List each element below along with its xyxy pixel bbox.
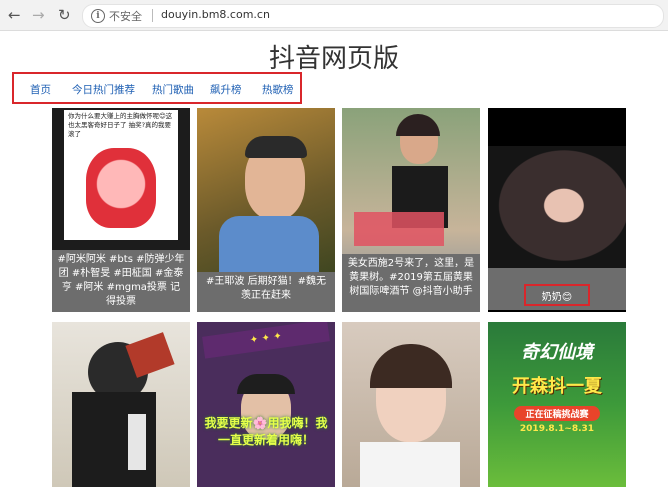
video-overlay-title: 开森抖一夏 [512,376,602,397]
video-overlay-date: 2019.8.1~8.31 [519,424,595,434]
nav-item-home[interactable]: 首页 [30,82,51,97]
forward-icon[interactable]: → [32,6,45,24]
nav-item-rising-chart[interactable]: 飙升榜 [210,82,242,97]
video-overlay-text: 你为什么要大赚上的主胸做怀呢😊这也太黑客奇好日子了 抽奖?真的我要滚了 [68,112,173,138]
back-icon[interactable]: ← [8,6,21,24]
video-card[interactable]: #王耶波 后期好猫！#魏无羡正在赶来 [197,108,335,312]
video-card[interactable]: 你为什么要大赚上的主胸做怀呢😊这也太黑客奇好日子了 抽奖?真的我要滚了 #阿米阿… [52,108,190,312]
info-icon[interactable]: i [91,9,105,23]
page-title: 抖音网页版 [268,44,399,74]
address-bar[interactable]: i 不安全 douyin.bm8.com.cn [82,4,664,28]
video-card[interactable] [52,322,190,487]
nav-bar: 首页 今日热门推荐 热门歌曲 飙升榜 热歌榜 [12,72,302,104]
video-caption: #阿米阿米 #bts #防弹少年团 #朴智旻 #田柾国 #金泰亨 #阿米 #mg… [52,250,190,312]
nav-item-hot-chart[interactable]: 热歌榜 [262,82,294,97]
video-card[interactable]: 奇幻仙境 开森抖一夏 正在征稿挑战赛 2019.8.1~8.31 [488,322,626,487]
url-text[interactable]: douyin.bm8.com.cn [161,8,270,21]
nav-item-hot-recommend[interactable]: 今日热门推荐 [72,82,135,97]
video-caption: #王耶波 后期好猫！#魏无羡正在赶来 [197,272,335,312]
browser-toolbar: ← → ↻ i 不安全 douyin.bm8.com.cn [0,0,668,31]
video-caption: 美女西施2号来了，这里，是黄果树。#2019第五届黄果树国际啤酒节 @抖音小助手 [342,254,480,312]
person-image [86,148,156,228]
security-label: 不安全 [109,10,142,23]
person-image [488,146,626,270]
video-caption: 奶奶😊 [541,292,573,303]
video-thumbnail: 你为什么要大赚上的主胸做怀呢😊这也太黑客奇好日子了 抽奖?真的我要滚了 [64,110,178,240]
video-card[interactable]: 奶奶😊 [488,108,626,312]
nav-item-hot-songs[interactable]: 热门歌曲 [152,82,194,97]
address-separator [152,9,153,22]
video-card[interactable] [342,322,480,487]
video-card[interactable]: 美女西施2号来了，这里，是黄果树。#2019第五届黄果树国际啤酒节 @抖音小助手 [342,108,480,312]
reload-icon[interactable]: ↻ [58,6,71,24]
video-overlay-text: 奇幻仙境 [521,342,593,363]
video-overlay-subtitle: 正在征稿挑战赛 [514,406,600,421]
video-card[interactable]: ✦ ✦ ✦ 我要更新🌸用我嗨！我一直更新着用嗨！ [197,322,335,487]
video-overlay-text: 我要更新🌸用我嗨！我一直更新着用嗨！ [204,416,328,447]
